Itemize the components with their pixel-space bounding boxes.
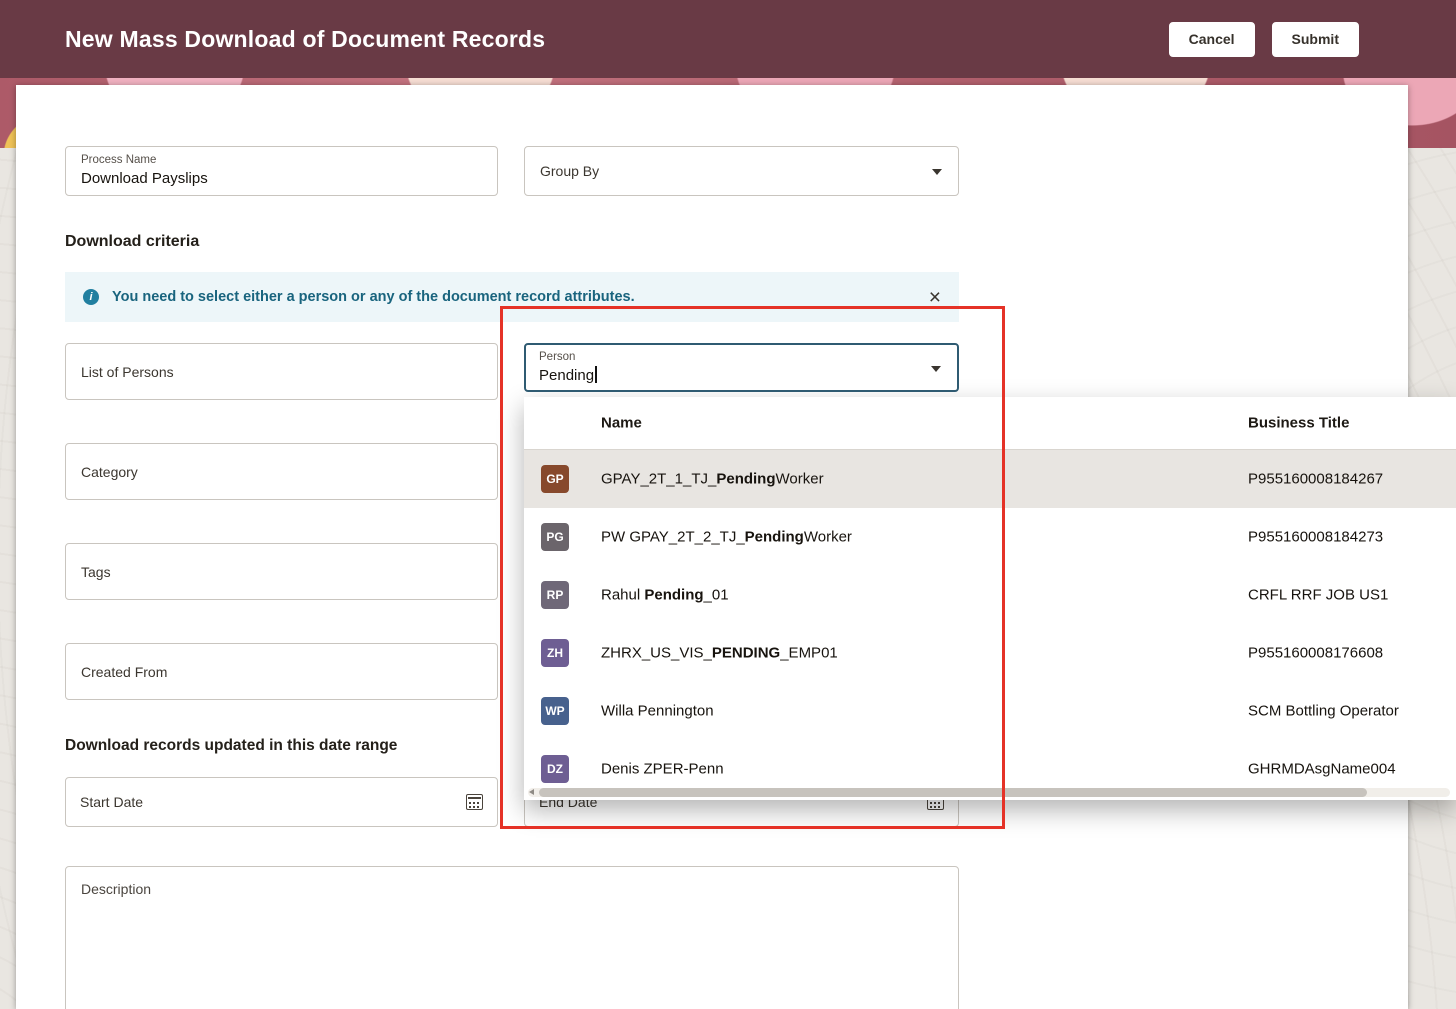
person-result-row[interactable]: PG PW GPAY_2T_2_TJ_PendingWorker P955160… <box>524 508 1456 566</box>
avatar: ZH <box>541 639 569 667</box>
download-criteria-heading: Download criteria <box>65 233 199 251</box>
person-name: PW GPAY_2T_2_TJ_PendingWorker <box>601 529 852 546</box>
business-title: SCM Bottling Operator <box>1248 703 1399 720</box>
tags-label: Tags <box>81 564 111 580</box>
created-from-label: Created From <box>81 664 167 680</box>
group-by-label: Group By <box>540 163 599 179</box>
info-banner: i You need to select either a person or … <box>65 272 959 322</box>
created-from-field[interactable]: Created From <box>65 643 498 700</box>
category-label: Category <box>81 464 138 480</box>
person-results-list: GP GPAY_2T_1_TJ_PendingWorker P955160008… <box>524 450 1456 798</box>
info-banner-text: You need to select either a person or an… <box>112 289 635 305</box>
app-header: New Mass Download of Document Records Ca… <box>0 0 1456 78</box>
person-search-field[interactable]: Person Pending <box>524 343 959 392</box>
person-query-text: Pending <box>539 367 594 384</box>
text-cursor <box>595 366 597 383</box>
person-result-row[interactable]: RP Rahul Pending_01 CRFL RRF JOB US1 <box>524 566 1456 624</box>
person-name: GPAY_2T_1_TJ_PendingWorker <box>601 471 824 488</box>
person-field-label: Person <box>539 351 575 363</box>
column-header-name: Name <box>601 415 642 432</box>
column-header-business-title: Business Title <box>1248 415 1349 432</box>
close-icon[interactable]: × <box>929 287 941 308</box>
business-title: GHRMDAsgName004 <box>1248 761 1396 778</box>
business-title: P955160008184273 <box>1248 529 1383 546</box>
process-name-field[interactable]: Process Name Download Payslips <box>65 146 498 196</box>
page: New Mass Download of Document Records Ca… <box>0 0 1456 1009</box>
person-search-input[interactable]: Pending <box>539 366 597 384</box>
info-icon: i <box>83 289 99 305</box>
category-field[interactable]: Category <box>65 443 498 500</box>
avatar: RP <box>541 581 569 609</box>
person-name: ZHRX_US_VIS_PENDING_EMP01 <box>601 645 838 662</box>
person-name: Denis ZPER-Penn <box>601 761 724 778</box>
start-date-label: Start Date <box>80 794 143 810</box>
scroll-left-icon[interactable] <box>529 789 534 795</box>
date-range-heading: Download records updated in this date ra… <box>65 737 397 755</box>
business-title: CRFL RRF JOB US1 <box>1248 587 1388 604</box>
calendar-icon[interactable] <box>466 794 483 810</box>
person-results-panel: Name Business Title GP GPAY_2T_1_TJ_Pend… <box>524 397 1456 800</box>
cancel-button[interactable]: Cancel <box>1169 22 1255 57</box>
page-title: New Mass Download of Document Records <box>65 26 545 53</box>
process-name-value: Download Payslips <box>81 170 208 187</box>
avatar: WP <box>541 697 569 725</box>
avatar: PG <box>541 523 569 551</box>
business-title: P955160008184267 <box>1248 471 1383 488</box>
group-by-select[interactable]: Group By <box>524 146 959 196</box>
person-result-row[interactable]: WP Willa Pennington SCM Bottling Operato… <box>524 682 1456 740</box>
submit-button[interactable]: Submit <box>1272 22 1359 57</box>
chevron-down-icon <box>932 169 942 175</box>
person-result-row[interactable]: GP GPAY_2T_1_TJ_PendingWorker P955160008… <box>524 450 1456 508</box>
person-name: Willa Pennington <box>601 703 714 720</box>
chevron-down-icon[interactable] <box>931 366 941 372</box>
header-actions: Cancel Submit <box>1169 22 1359 57</box>
person-name: Rahul Pending_01 <box>601 587 729 604</box>
horizontal-scrollbar[interactable] <box>528 788 1450 797</box>
description-label: Description <box>81 881 151 897</box>
business-title: P955160008176608 <box>1248 645 1383 662</box>
list-of-persons-field[interactable]: List of Persons <box>65 343 498 400</box>
start-date-field[interactable]: Start Date <box>65 777 498 827</box>
description-field[interactable]: Description <box>65 866 959 1009</box>
list-of-persons-label: List of Persons <box>81 364 174 380</box>
person-result-row[interactable]: ZH ZHRX_US_VIS_PENDING_EMP01 P9551600081… <box>524 624 1456 682</box>
process-name-label: Process Name <box>81 154 156 166</box>
scrollbar-thumb[interactable] <box>539 788 1367 797</box>
results-header-row: Name Business Title <box>524 397 1456 450</box>
avatar: GP <box>541 465 569 493</box>
avatar: DZ <box>541 755 569 783</box>
tags-field[interactable]: Tags <box>65 543 498 600</box>
